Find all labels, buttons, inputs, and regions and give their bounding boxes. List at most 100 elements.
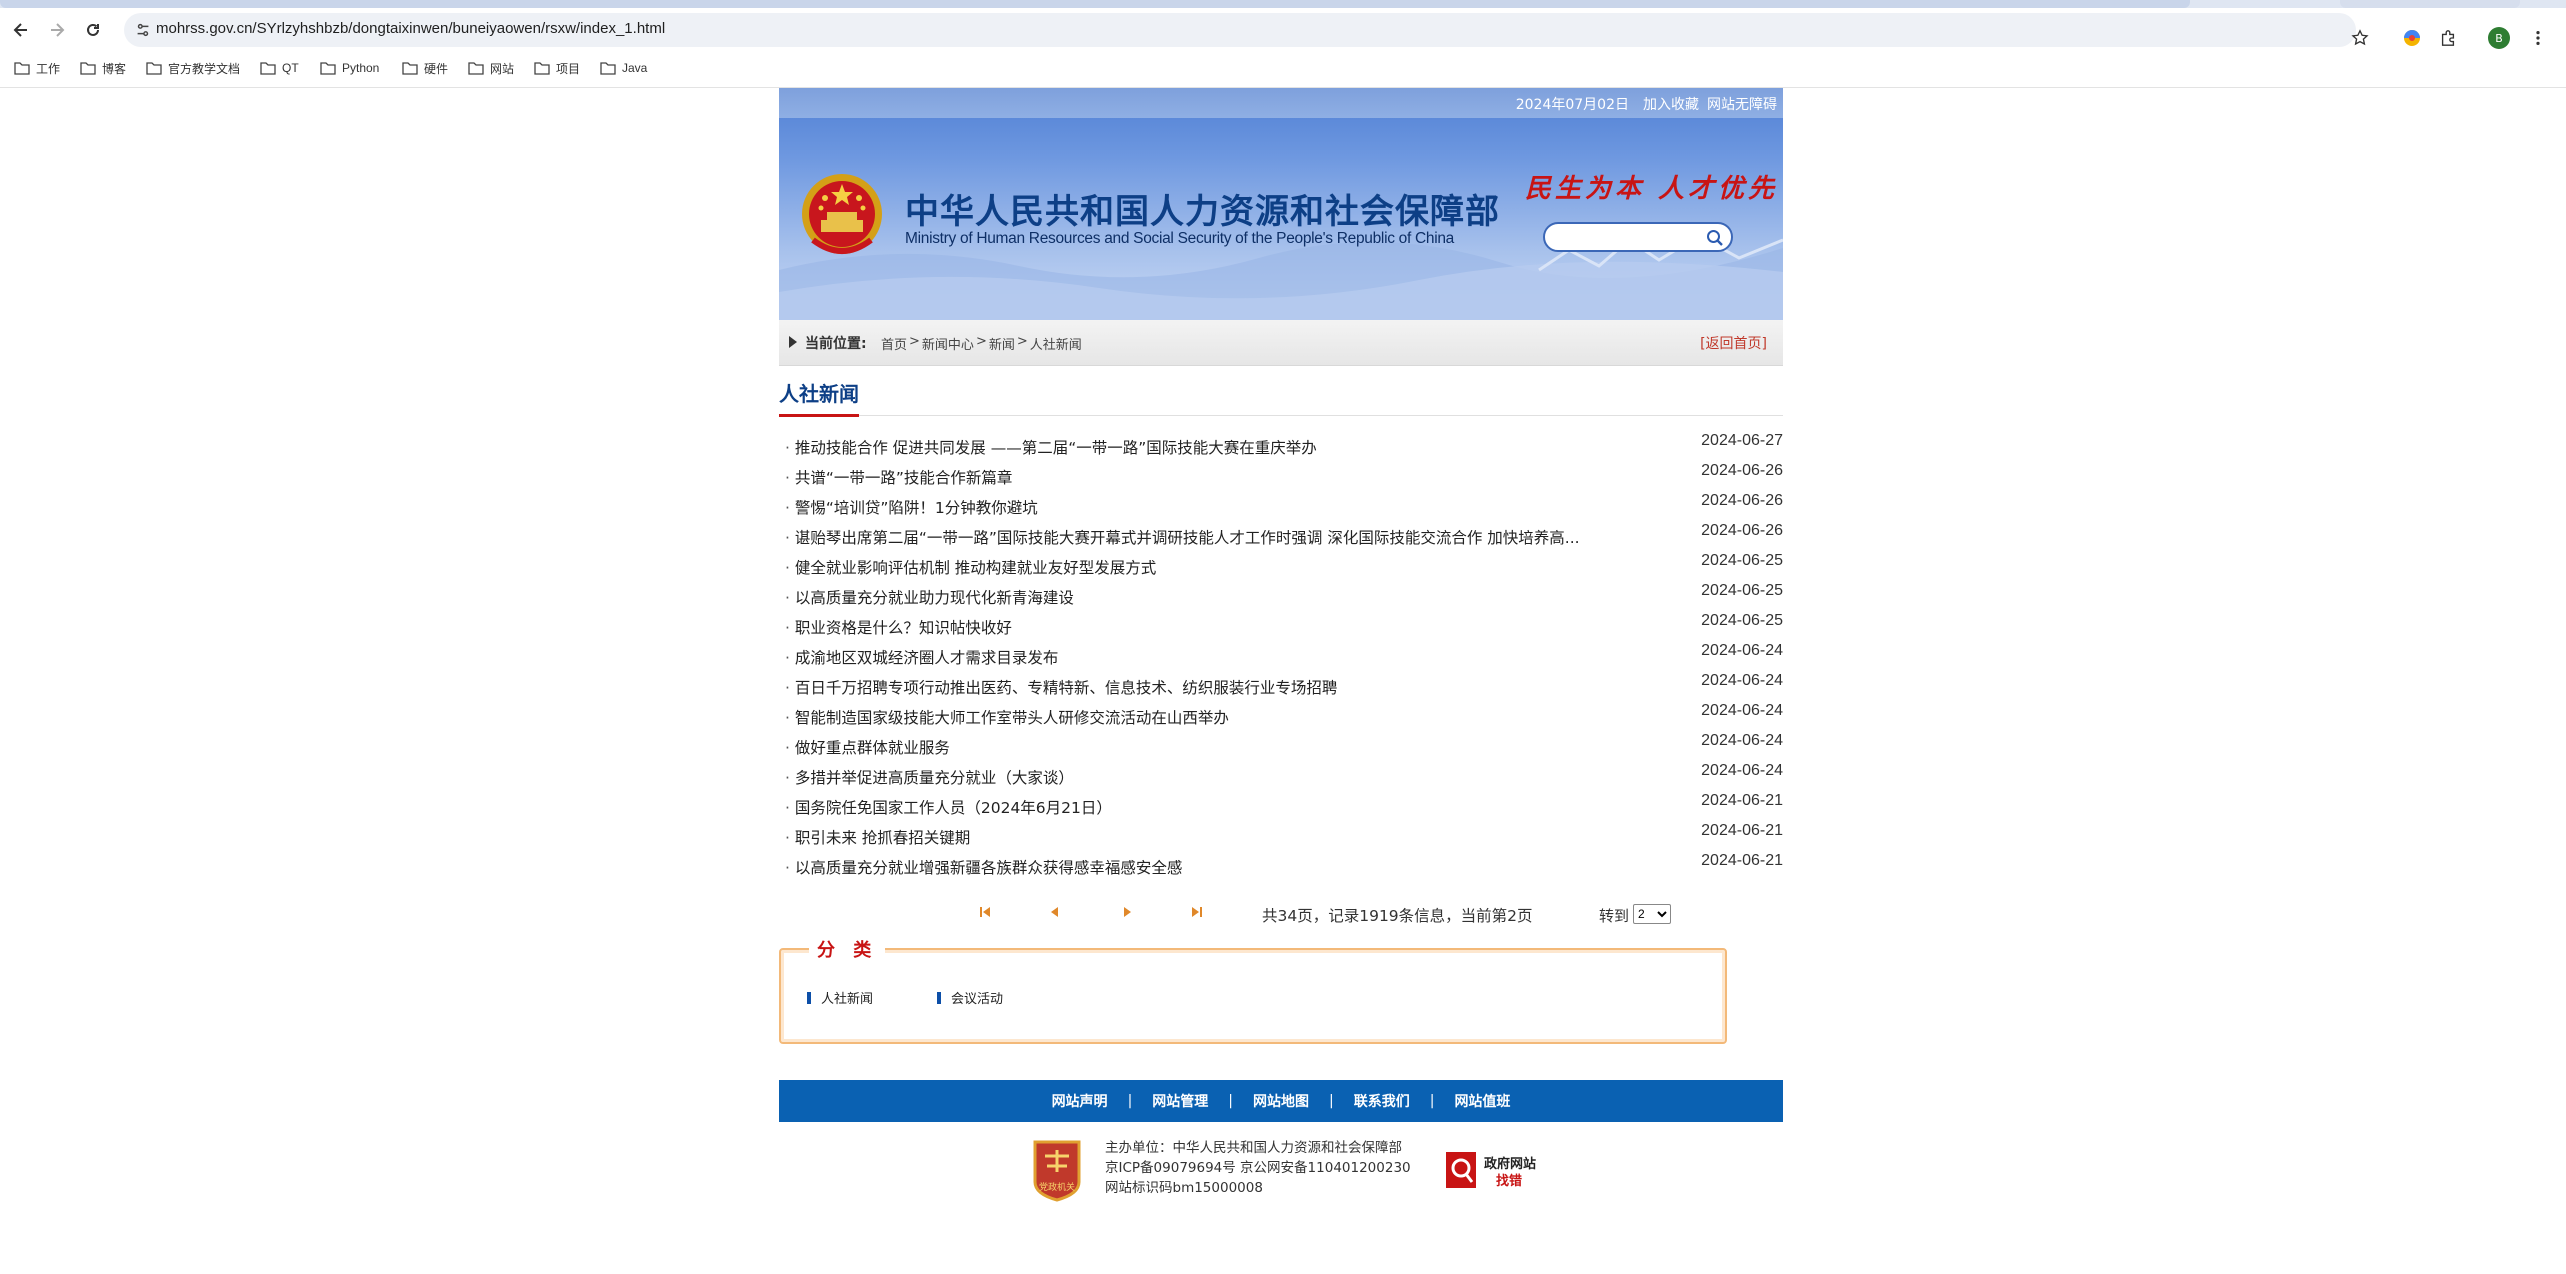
footer-link-duty[interactable]: 网站值班 <box>1454 1091 1510 1111</box>
list-item: 智能制造国家级技能大师工作室带头人研修交流活动在山西举办 2024-06-24 <box>779 702 1783 732</box>
back-button[interactable] <box>6 16 36 44</box>
news-date: 2024-06-21 <box>1701 852 1783 869</box>
site-title: 中华人民共和国人力资源和社会保障部 <box>905 192 1500 232</box>
footer-separator: | <box>1429 1093 1435 1109</box>
news-link[interactable]: 以高质量充分就业助力现代化新青海建设 <box>785 586 1074 608</box>
news-link[interactable]: 谌贻琴出席第二届“一带一路”国际技能大赛开幕式并调研技能人才工作时强调 深化国际… <box>785 526 1580 548</box>
extension-icon[interactable] <box>2398 24 2426 52</box>
news-date: 2024-06-25 <box>1701 612 1783 629</box>
breadcrumb-item-current[interactable]: 人社新闻 <box>1030 334 1082 353</box>
more-menu-icon[interactable] <box>2526 24 2550 52</box>
bookmark-folder[interactable]: 官方教学文档 <box>146 58 240 78</box>
site-info-icon[interactable] <box>132 19 154 41</box>
bookmark-star-icon[interactable] <box>2346 24 2374 52</box>
footer-link-contact[interactable]: 联系我们 <box>1354 1091 1410 1111</box>
footer-text: 主办单位：中华人民共和国人力资源和社会保障部 京ICP备09079694号 京公… <box>1105 1138 1411 1198</box>
tab-strip <box>0 0 2566 8</box>
news-list: 推动技能合作 促进共同发展 ——第二届“一带一路”国际技能大赛在重庆举办 2024… <box>779 432 1783 882</box>
forward-button[interactable] <box>42 16 72 44</box>
site-subtitle: Ministry of Human Resources and Social S… <box>905 230 1454 247</box>
breadcrumb-item-home[interactable]: 首页 <box>881 334 907 353</box>
address-bar[interactable]: mohrss.gov.cn/SYrlzyhshbzb/dongtaixinwen… <box>124 13 2356 47</box>
next-page-icon[interactable] <box>1119 904 1135 920</box>
bookmark-folder[interactable]: Python <box>320 58 379 78</box>
news-link[interactable]: 职业资格是什么？知识帖快收好 <box>785 616 1012 638</box>
news-link[interactable]: 职引未来 抢抓春招关键期 <box>785 826 970 848</box>
profile-avatar[interactable]: B <box>2488 27 2510 49</box>
news-date: 2024-06-26 <box>1701 522 1783 539</box>
back-home-link[interactable]: [返回首页] <box>1700 333 1767 353</box>
news-link[interactable]: 以高质量充分就业增强新疆各族群众获得感幸福感安全感 <box>785 856 1183 878</box>
bookmark-folder[interactable]: 博客 <box>80 58 126 78</box>
bookmark-folder[interactable]: 项目 <box>534 58 580 78</box>
reload-button[interactable] <box>78 16 108 44</box>
folder-icon <box>600 62 616 75</box>
page-select[interactable]: 2 <box>1633 904 1671 924</box>
news-link[interactable]: 警惕“培训贷”陷阱！1分钟教你避坑 <box>785 496 1038 518</box>
accessibility-link[interactable]: 网站无障碍 <box>1707 94 1777 114</box>
news-link[interactable]: 百日千万招聘专项行动推出医药、专精特新、信息技术、纺织服装行业专场招聘 <box>785 676 1338 698</box>
active-tab[interactable] <box>0 0 2190 8</box>
party-badge-text: 党政机关 <box>1039 1181 1075 1193</box>
news-date: 2024-06-21 <box>1701 822 1783 839</box>
news-link[interactable]: 共谱“一带一路”技能合作新篇章 <box>785 466 1013 488</box>
list-item: 共谱“一带一路”技能合作新篇章 2024-06-26 <box>779 462 1783 492</box>
news-link[interactable]: 成渝地区双城经济圈人才需求目录发布 <box>785 646 1059 668</box>
pagination: 共34页，记录1919条信息，当前第2页 转到 2 <box>779 894 1783 934</box>
add-favorite-link[interactable]: 加入收藏 <box>1643 94 1699 114</box>
search-input[interactable] <box>1553 228 1703 248</box>
party-government-badge[interactable]: 党政机关 <box>1031 1138 1083 1202</box>
list-item: 百日千万招聘专项行动推出医药、专精特新、信息技术、纺织服装行业专场招聘 2024-… <box>779 672 1783 702</box>
gov-site-error-report-badge[interactable]: 政府网站 找错 <box>1444 1148 1550 1192</box>
list-item: 职业资格是什么？知识帖快收好 2024-06-25 <box>779 612 1783 642</box>
category-title: 分 类 <box>809 936 886 962</box>
news-link[interactable]: 多措并举促进高质量充分就业（大家谈） <box>785 766 1074 788</box>
bookmark-folder[interactable]: 工作 <box>14 58 60 78</box>
bookmark-folder[interactable]: 硬件 <box>402 58 448 78</box>
reload-icon <box>87 23 99 36</box>
footer-link-management[interactable]: 网站管理 <box>1152 1091 1208 1111</box>
toolbar: mohrss.gov.cn/SYrlzyhshbzb/dongtaixinwen… <box>0 10 2566 50</box>
extensions-puzzle-icon[interactable] <box>2434 24 2462 52</box>
news-link[interactable]: 做好重点群体就业服务 <box>785 736 950 758</box>
category-box: 分 类 人社新闻 会议活动 <box>779 936 1727 1044</box>
first-page-icon[interactable] <box>977 904 993 920</box>
news-link[interactable]: 国务院任免国家工作人员（2024年6月21日） <box>785 796 1112 818</box>
list-item: 做好重点群体就业服务 2024-06-24 <box>779 732 1783 762</box>
prev-page-icon[interactable] <box>1047 904 1063 920</box>
news-link[interactable]: 推动技能合作 促进共同发展 ——第二届“一带一路”国际技能大赛在重庆举办 <box>785 436 1317 458</box>
breadcrumb-item-news[interactable]: 新闻 <box>989 334 1015 353</box>
browser-chrome: mohrss.gov.cn/SYrlzyhshbzb/dongtaixinwen… <box>0 0 2566 88</box>
category-item-meetings[interactable]: 会议活动 <box>937 988 1003 1007</box>
url-text[interactable]: mohrss.gov.cn/SYrlzyhshbzb/dongtaixinwen… <box>156 20 665 37</box>
last-page-icon[interactable] <box>1189 904 1205 920</box>
breadcrumb-item-news-center[interactable]: 新闻中心 <box>922 334 974 353</box>
list-item: 职引未来 抢抓春招关键期 2024-06-21 <box>779 822 1783 852</box>
breadcrumb: 当前位置: 首页 > 新闻中心 > 新闻 > 人社新闻 [返回首页] <box>779 320 1783 366</box>
bullet-bar-icon <box>807 991 811 1004</box>
category-item-news[interactable]: 人社新闻 <box>807 988 873 1007</box>
inactive-tab[interactable] <box>2340 0 2520 8</box>
bookmark-folder[interactable]: QT <box>260 58 299 78</box>
site-header: 2024年07月02日 加入收藏 网站无障碍 中华人民共和国人力资源和社会保障部… <box>779 88 1783 320</box>
news-link[interactable]: 健全就业影响评估机制 推动构建就业友好型发展方式 <box>785 556 1156 578</box>
breadcrumb-separator: > <box>1016 334 1028 349</box>
bookmark-folder[interactable]: Java <box>600 58 647 78</box>
news-date: 2024-06-24 <box>1701 732 1783 749</box>
folder-icon <box>402 62 418 75</box>
breadcrumb-label: 当前位置: <box>805 336 867 352</box>
bookmark-folder[interactable]: 网站 <box>468 58 514 78</box>
gov-badge-line2: 找错 <box>1496 1173 1522 1189</box>
footer-separator: | <box>1127 1093 1133 1109</box>
page-content: 2024年07月02日 加入收藏 网站无障碍 中华人民共和国人力资源和社会保障部… <box>779 88 1783 1216</box>
slogan: 民生为本 人才优先 <box>1525 174 1779 204</box>
breadcrumb-separator: > <box>975 334 987 349</box>
footer-link-sitemap[interactable]: 网站地图 <box>1253 1091 1309 1111</box>
folder-icon <box>146 62 162 75</box>
breadcrumb-path: 首页 > 新闻中心 > 新闻 > 人社新闻 <box>881 334 1082 353</box>
footer-link-statement[interactable]: 网站声明 <box>1052 1091 1108 1111</box>
news-link[interactable]: 智能制造国家级技能大师工作室带头人研修交流活动在山西举办 <box>785 706 1229 728</box>
search-icon[interactable] <box>1705 228 1725 248</box>
list-item: 多措并举促进高质量充分就业（大家谈） 2024-06-24 <box>779 762 1783 792</box>
footer-icp[interactable]: 京ICP备09079694号 京公网安备110401200230 <box>1105 1158 1411 1178</box>
